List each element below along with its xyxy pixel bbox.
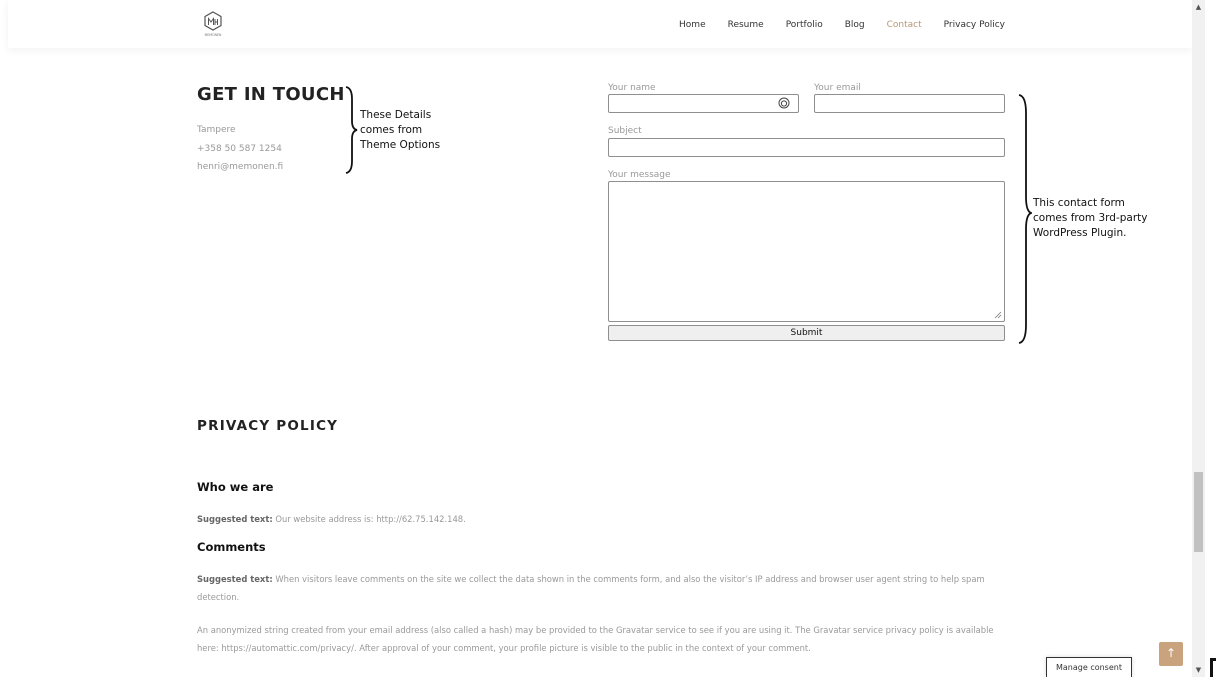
- name-label: Your name: [608, 83, 656, 93]
- nav-blog[interactable]: Blog: [845, 20, 865, 30]
- email-input[interactable]: [815, 99, 1004, 116]
- site-logo[interactable]: MEMONEN: [197, 10, 229, 38]
- nav-contact[interactable]: Contact: [887, 20, 922, 30]
- back-to-top-button[interactable]: ↑: [1159, 642, 1183, 666]
- logo-wordmark: MEMONEN: [205, 33, 222, 37]
- manage-consent-button[interactable]: Manage consent: [1046, 657, 1132, 677]
- nav-home[interactable]: Home: [679, 20, 706, 30]
- plugin-note-brace-icon: [1018, 94, 1032, 344]
- scrollbar-thumb[interactable]: [1194, 472, 1203, 552]
- contact-email[interactable]: henri@memonen.fi: [197, 162, 283, 172]
- theme-options-note: These Details comes from Theme Options: [360, 108, 440, 153]
- name-field[interactable]: [608, 94, 799, 116]
- who-suggested-label: Suggested text:: [197, 514, 273, 524]
- who-we-are-paragraph: Suggested text: Our website address is: …: [197, 510, 997, 528]
- main-nav: Home Resume Portfolio Blog Contact Priva…: [679, 20, 1005, 30]
- plugin-note: This contact form comes from 3rd-party W…: [1033, 196, 1147, 241]
- message-textarea[interactable]: [609, 182, 1004, 321]
- name-input[interactable]: [609, 99, 798, 116]
- scroll-up-arrow-icon[interactable]: ▲: [1192, 0, 1205, 14]
- subject-field[interactable]: [608, 138, 1005, 160]
- site-header: MEMONEN Home Resume Portfolio Blog Conta…: [8, 0, 1192, 48]
- who-we-are-heading: Who we are: [197, 480, 274, 494]
- plugin-note-line-1: This contact form: [1033, 197, 1125, 209]
- arrow-up-icon: ↑: [1165, 646, 1177, 660]
- memonen-logo-icon: MEMONEN: [204, 11, 222, 37]
- subject-input[interactable]: [609, 143, 1004, 160]
- contact-phone[interactable]: +358 50 587 1254: [197, 144, 282, 154]
- comments-paragraph: Suggested text: When visitors leave comm…: [197, 570, 997, 606]
- theme-note-line-2: comes from: [360, 124, 423, 136]
- email-field[interactable]: [814, 94, 1005, 116]
- page-scrollbar[interactable]: ▲ ▼: [1192, 0, 1205, 677]
- contact-title: GET IN TOUCH: [197, 84, 345, 105]
- message-field[interactable]: [608, 181, 1005, 322]
- theme-note-line-1: These Details: [360, 109, 432, 121]
- plugin-note-line-2: comes from 3rd-party: [1033, 212, 1148, 224]
- theme-note-brace-icon: [345, 86, 358, 174]
- email-label: Your email: [814, 83, 861, 93]
- nav-portfolio[interactable]: Portfolio: [786, 20, 823, 30]
- who-text: Our website address is: http://62.75.142…: [272, 514, 466, 524]
- nav-privacy-policy[interactable]: Privacy Policy: [944, 20, 1005, 30]
- submit-button[interactable]: Submit: [608, 325, 1005, 341]
- contact-city: Tampere: [197, 125, 236, 135]
- resize-grip-icon[interactable]: [994, 311, 1002, 319]
- theme-note-line-3: Theme Options: [360, 139, 441, 151]
- privacy-title: PRIVACY POLICY: [197, 418, 339, 434]
- scroll-down-arrow-icon[interactable]: ▼: [1192, 663, 1205, 677]
- comments-heading: Comments: [197, 540, 266, 554]
- subject-label: Subject: [608, 126, 642, 136]
- plugin-note-line-3: WordPress Plugin.: [1033, 227, 1127, 239]
- comments-text: When visitors leave comments on the site…: [197, 574, 985, 602]
- comments-suggested-label: Suggested text:: [197, 574, 273, 584]
- message-label: Your message: [608, 170, 671, 180]
- password-manager-icon[interactable]: [778, 97, 790, 109]
- corner-bracket-mark: [1210, 658, 1216, 677]
- gravatar-paragraph: An anonymized string created from your e…: [197, 625, 994, 653]
- nav-resume[interactable]: Resume: [728, 20, 764, 30]
